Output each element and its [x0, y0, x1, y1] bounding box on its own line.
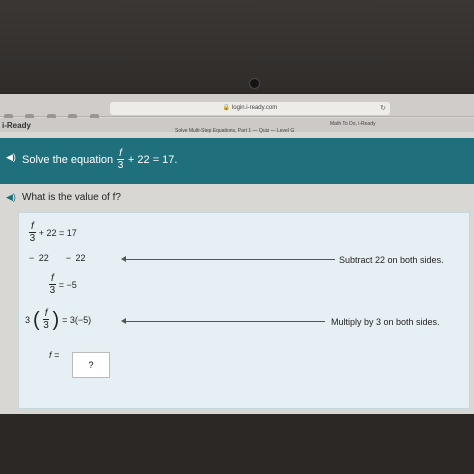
app-header: i-Ready Solve Multi-Step Equations, Part…	[0, 118, 474, 134]
problem-denominator: 3	[117, 160, 124, 171]
step4-denominator: 3	[43, 320, 49, 331]
arrow-line	[121, 318, 325, 324]
lesson-title: Solve Multi-Step Equations, Part 1 — Qui…	[175, 128, 295, 134]
step-answer: f =	[49, 350, 59, 360]
problem-suffix: + 22 = 17.	[127, 153, 178, 166]
step-original-equation: f 3 + 22 = 17	[29, 221, 77, 244]
problem-banner: ◀) Solve the equation f 3 + 22 = 17.	[0, 138, 474, 184]
webcam	[249, 78, 260, 89]
lock-icon: 🔒	[222, 105, 231, 111]
answer-input[interactable]: ?	[72, 352, 110, 378]
step1-numerator: f	[29, 221, 36, 233]
question-text: What is the value of f?	[22, 192, 121, 203]
step-multiply: 3 ( f 3 ) = 3(−5)	[25, 308, 91, 331]
note-multiply: Multiply by 3 on both sides.	[331, 317, 440, 327]
step2-right: − 22	[65, 253, 86, 263]
step3-denominator: 3	[49, 285, 56, 296]
user-label: Math To Do, i-Ready	[330, 121, 376, 127]
problem-fraction: f 3	[117, 148, 124, 171]
answer-label: f =	[49, 350, 60, 360]
step-subtract: − 22 − 22	[29, 253, 86, 263]
url-bar[interactable]: 🔒 login.i-ready.com ↻	[110, 102, 390, 115]
step2-left: − 22	[29, 253, 49, 263]
question-speaker-icon[interactable]: ◀)	[6, 192, 16, 203]
step1-denominator: 3	[29, 233, 36, 244]
note-subtract: Subtract 22 on both sides.	[339, 255, 444, 265]
arrow-line	[121, 256, 335, 262]
step3-rest: = −5	[58, 279, 77, 290]
worked-steps-panel: f 3 + 22 = 17 − 22 − 22 Subtract 22 on b…	[18, 212, 470, 409]
step4-fraction: f 3	[42, 308, 50, 331]
step4-rest: = 3(−5)	[62, 314, 92, 325]
problem-statement: Solve the equation f 3 + 22 = 17.	[22, 148, 177, 171]
laptop-bezel	[0, 0, 474, 92]
step-simplified: f 3 = −5	[49, 273, 77, 296]
answer-placeholder: ?	[88, 360, 94, 370]
step4-numerator: f	[42, 308, 50, 320]
open-paren: (	[33, 308, 40, 331]
url-text: login.i-ready.com	[231, 105, 278, 111]
reload-icon[interactable]: ↻	[380, 102, 386, 115]
browser-toolbar: 🔒 login.i-ready.com ↻	[0, 94, 474, 123]
step4-coef: 3	[25, 314, 31, 325]
step3-fraction: f 3	[49, 273, 56, 296]
screen: 🔒 login.i-ready.com ↻ i-Ready Solve Mult…	[0, 94, 474, 414]
step1-rest: + 22 = 17	[38, 227, 77, 238]
problem-prefix: Solve the equation	[22, 153, 114, 166]
speaker-icon[interactable]: ◀)	[6, 152, 16, 163]
app-logo: i-Ready	[2, 121, 31, 130]
step1-fraction: f 3	[29, 221, 36, 244]
problem-numerator: f	[117, 148, 124, 160]
step3-numerator: f	[49, 273, 56, 285]
close-paren: )	[52, 308, 60, 331]
